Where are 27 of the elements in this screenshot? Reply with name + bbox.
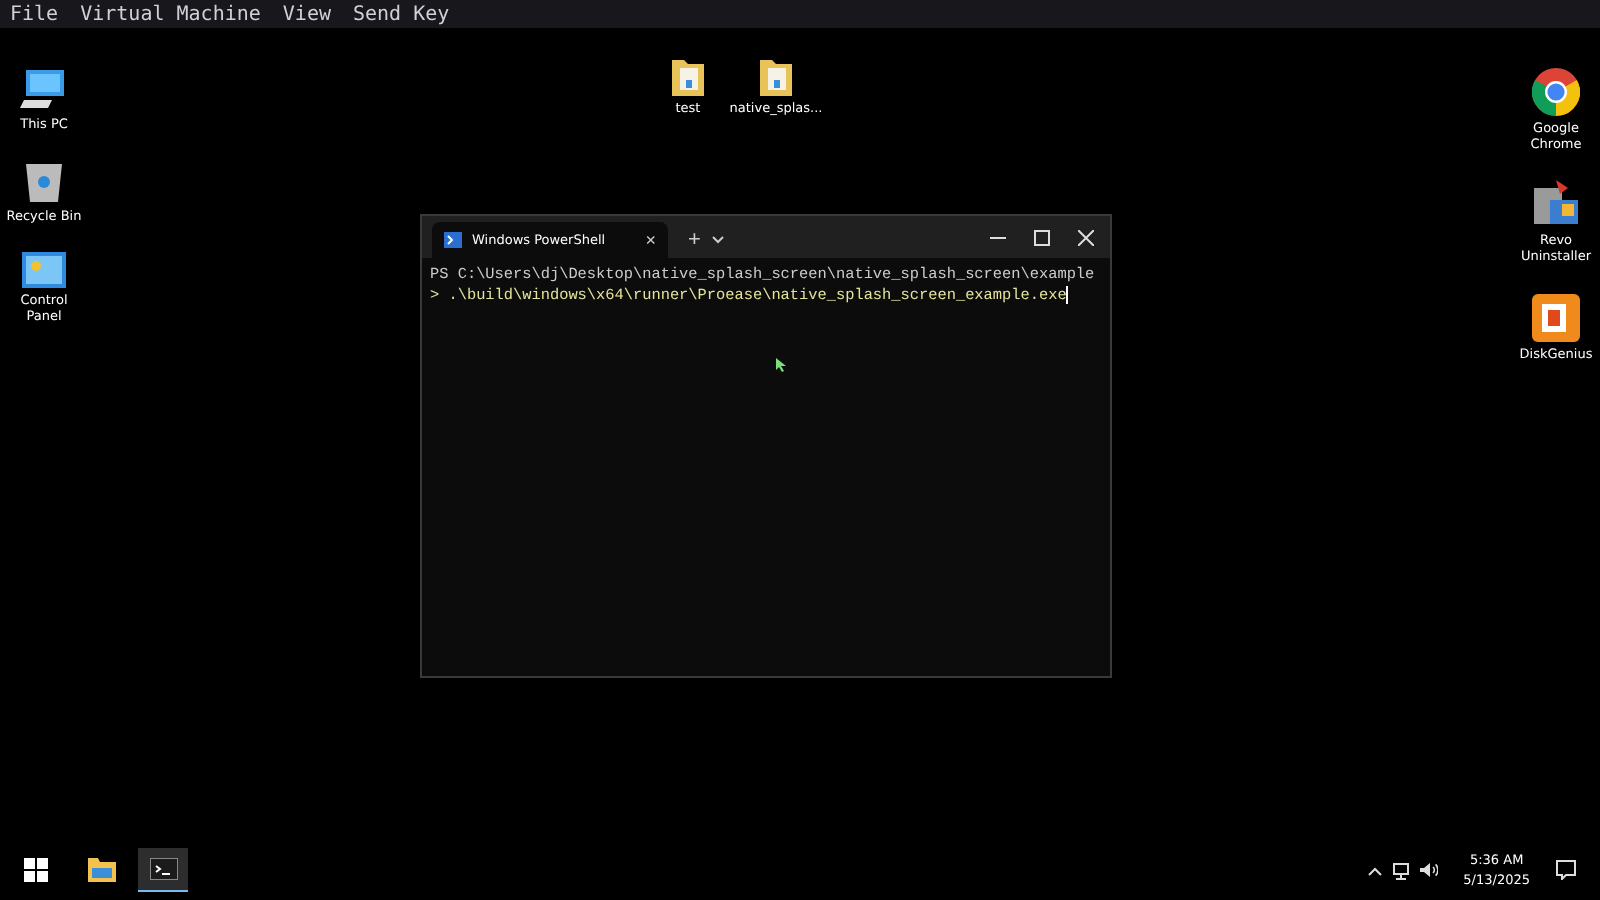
- speaker-icon[interactable]: [1419, 862, 1438, 878]
- notification-icon[interactable]: [1556, 860, 1576, 880]
- close-icon[interactable]: [1078, 229, 1094, 245]
- powershell-icon: [444, 232, 462, 248]
- chrome-logo-icon: [1532, 68, 1580, 116]
- text-cursor: [1066, 286, 1069, 304]
- recycle-bin-icon: [24, 160, 64, 205]
- close-tab-button[interactable]: ×: [645, 230, 656, 250]
- menu-item[interactable]: File: [10, 3, 59, 25]
- folder-icon[interactable]: [88, 858, 116, 882]
- mouse-pointer-icon: [776, 358, 786, 372]
- disk-genius-icon: [1532, 293, 1580, 341]
- menu-item[interactable]: View: [282, 3, 331, 25]
- new-tab-button[interactable]: +: [688, 228, 701, 252]
- uninstaller-icon: [1532, 180, 1580, 229]
- maximize-icon[interactable]: [1034, 229, 1050, 245]
- computer-icon: [20, 68, 68, 112]
- folder-icon: [760, 56, 792, 96]
- menu-item[interactable]: Virtual Machine: [80, 3, 261, 25]
- chevron-down-icon[interactable]: [712, 236, 725, 244]
- control-panel-icon: [22, 252, 66, 289]
- menu-item[interactable]: Send Key: [353, 3, 450, 25]
- terminal-icon[interactable]: [149, 858, 177, 880]
- windows-logo-icon[interactable]: [24, 858, 48, 882]
- folder-icon: [672, 56, 704, 96]
- network-icon[interactable]: [1391, 861, 1410, 879]
- chevron-up-icon[interactable]: [1367, 865, 1382, 875]
